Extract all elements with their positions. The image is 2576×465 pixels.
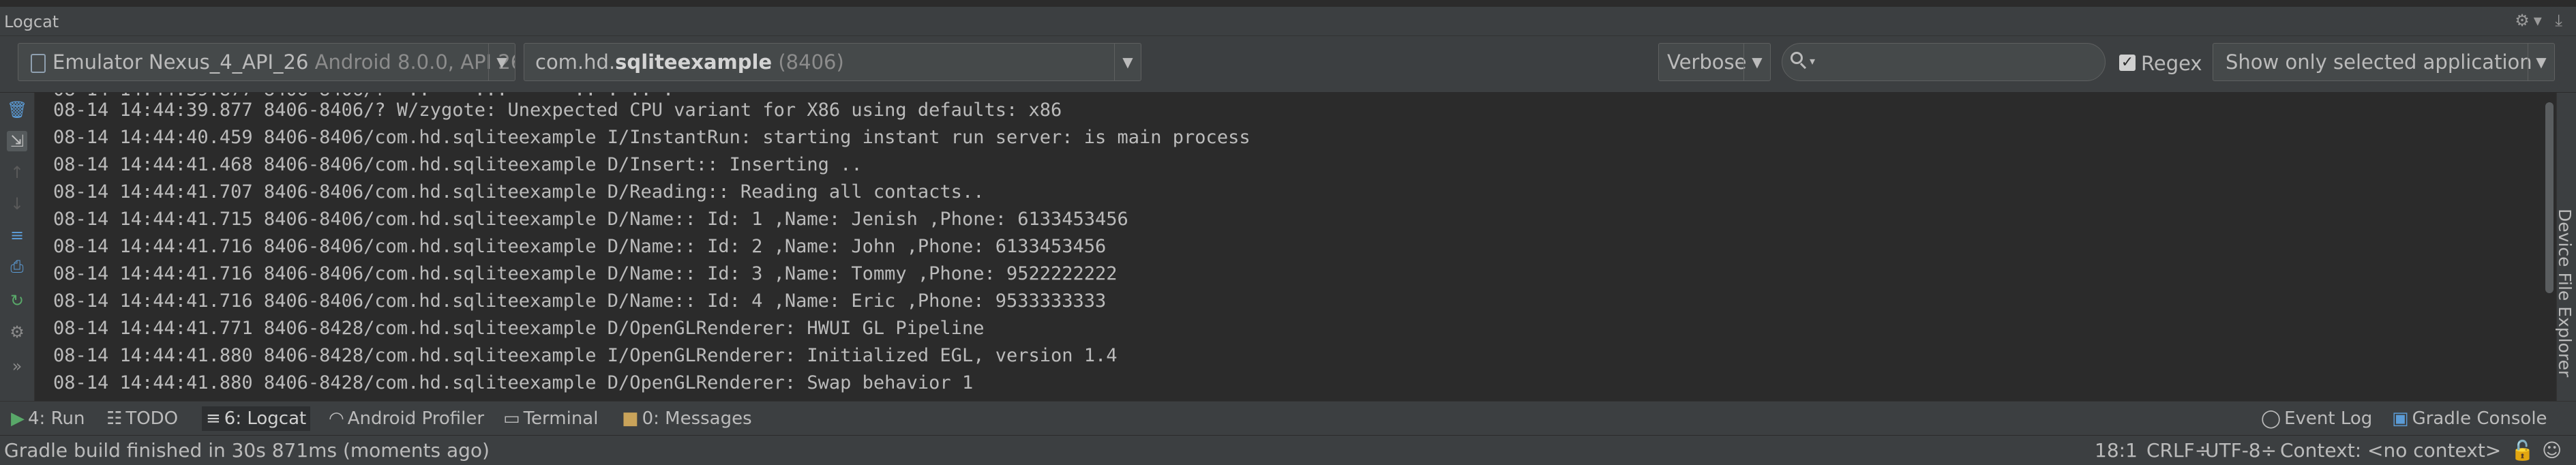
status-bar: Gradle build finished in 30s 871ms (mome… <box>0 435 2576 465</box>
tab-gradle-console-label: Gradle Console <box>2412 408 2547 429</box>
search-history-icon[interactable]: ▾ <box>1810 55 1815 68</box>
chevron-down-icon[interactable]: ▼ <box>488 44 515 80</box>
tool-window-title: Logcat <box>4 12 59 31</box>
gradle-console-icon: ▣ <box>2392 408 2409 429</box>
filter-value: Show only selected application <box>2226 50 2532 74</box>
device-file-explorer-tab[interactable]: Device File Explorer <box>2555 209 2576 379</box>
header-icons: ⚙▾ ⤓ <box>2515 11 2566 30</box>
settings-icon[interactable]: ⚙ <box>7 322 27 342</box>
play-icon: ▶ <box>11 408 25 429</box>
device-selector[interactable]: Emulator Nexus_4_API_26 Android 8.0.0, A… <box>18 43 515 81</box>
tab-terminal[interactable]: ▭ Terminal <box>499 406 602 431</box>
right-tool-rail: Device File Explorer <box>2555 93 2576 401</box>
process-pid: (8406) <box>778 50 844 74</box>
log-line: 08-14 14:44:41.716 8406-8406/com.hd.sqli… <box>53 236 1107 257</box>
tab-messages[interactable]: ■ 0: Messages <box>618 406 756 431</box>
hector-icon[interactable]: ☺ <box>2542 440 2562 462</box>
tab-gradle-console[interactable]: ▣ Gradle Console <box>2388 406 2551 431</box>
logcat-side-toolbar: 🗑 ⇲ ↑ ↓ ≡ ⎙ ↻ ⚙ » <box>0 93 35 401</box>
vertical-scrollbar[interactable] <box>2543 93 2556 401</box>
log-line: 08-14 14:44:41.716 8406-8406/com.hd.sqli… <box>53 263 1118 284</box>
tool-window-header: Logcat ⚙▾ ⤓ <box>0 7 2576 36</box>
messages-icon: ■ <box>622 408 639 429</box>
todo-icon: ☷ <box>106 408 123 429</box>
tab-todo[interactable]: ☷ TODO <box>102 406 182 431</box>
search-input[interactable]: ▾ <box>1782 43 2106 81</box>
device-detail: Android 8.0.0, API 26 <box>314 50 515 74</box>
terminal-icon: ▭ <box>503 408 520 429</box>
chevron-down-icon[interactable]: ▼ <box>2528 44 2554 80</box>
tab-event-log[interactable]: ◯ Event Log <box>2257 406 2376 431</box>
tab-event-log-label: Event Log <box>2284 408 2373 429</box>
print-icon[interactable]: ⎙ <box>7 256 27 277</box>
tab-run-label: 4: Run <box>28 408 85 429</box>
process-name: sqliteexample <box>615 50 773 74</box>
tab-logcat[interactable]: ≡ 6: Logcat <box>202 406 311 431</box>
log-line: 08-14 14:44:41.715 8406-8406/com.hd.sqli… <box>53 209 1128 230</box>
line-separator[interactable]: CRLF÷ <box>2146 440 2211 462</box>
tab-android-profiler[interactable]: ◠ Android Profiler <box>325 406 488 431</box>
settings-gear-icon[interactable]: ⚙▾ <box>2515 11 2546 30</box>
log-level-value: Verbose <box>1667 50 1747 74</box>
log-line: 08-14 14:44:41.468 8406-8406/com.hd.sqli… <box>53 154 863 175</box>
log-line: 08-14 14:44:40.459 8406-8406/com.hd.sqli… <box>53 127 1250 148</box>
process-prefix: com.hd. <box>535 50 616 74</box>
context-indicator: Context: <no context> <box>2280 439 2502 462</box>
tab-android-profiler-label: Android Profiler <box>347 408 485 429</box>
log-line: 08-14 14:44:41.880 8406-8428/com.hd.sqli… <box>53 372 974 393</box>
tab-terminal-label: Terminal <box>523 408 599 429</box>
log-line: 08-14 14:44:41.716 8406-8406/com.hd.sqli… <box>53 290 1107 312</box>
top-strip <box>0 0 2576 7</box>
tool-window-bar: ▶ 4: Run ☷ TODO ≡ 6: Logcat ◠ Android Profil… <box>0 401 2576 436</box>
regex-label: Regex <box>2141 52 2202 75</box>
down-arrow-icon[interactable]: ↓ <box>7 194 27 214</box>
tab-run[interactable]: ▶ 4: Run <box>7 406 89 431</box>
lock-icon[interactable]: 🔓 <box>2511 440 2534 462</box>
file-encoding[interactable]: UTF-8÷ <box>2205 440 2277 462</box>
chevron-down-icon[interactable]: ▼ <box>1114 44 1141 80</box>
event-log-icon: ◯ <box>2261 408 2281 429</box>
logcat-output[interactable]: 08-14 14:44:39.877 8406-8406/? .. ... ..… <box>35 93 2543 401</box>
log-line: 08-14 14:44:39.877 8406-8406/? W/zygote:… <box>53 100 1062 121</box>
chevron-down-icon[interactable]: ▼ <box>1743 44 1770 80</box>
device-name: Emulator Nexus_4_API_26 <box>53 50 309 74</box>
regex-checkbox[interactable]: ✓ Regex <box>2119 51 2202 76</box>
more-icon[interactable]: » <box>7 356 27 376</box>
tab-messages-label: 0: Messages <box>642 408 752 429</box>
log-line: 08-14 14:44:41.771 8406-8428/com.hd.sqli… <box>53 318 985 339</box>
checkmark-icon[interactable]: ✓ <box>2119 55 2136 71</box>
hide-icon[interactable]: ⤓ <box>2555 11 2566 30</box>
scroll-to-end-icon[interactable]: ⇲ <box>7 131 27 151</box>
filter-selector[interactable]: Show only selected application ▼ <box>2213 43 2555 81</box>
caret-position[interactable]: 18:1 <box>2095 440 2138 462</box>
tab-logcat-label: 6: Logcat <box>224 408 307 429</box>
logcat-toolbar: Emulator Nexus_4_API_26 Android 8.0.0, A… <box>0 36 2576 93</box>
search-icon[interactable] <box>1791 52 1803 64</box>
up-arrow-icon[interactable]: ↑ <box>7 162 27 183</box>
status-message[interactable]: Gradle build finished in 30s 871ms (mome… <box>4 440 490 462</box>
clear-logcat-icon[interactable]: 🗑 <box>7 100 27 120</box>
device-icon <box>31 54 46 73</box>
device-file-explorer-label: Device File Explorer <box>2555 209 2575 378</box>
log-level-selector[interactable]: Verbose ▼ <box>1658 43 1771 81</box>
restart-icon[interactable]: ↻ <box>7 290 27 311</box>
logcat-icon: ≡ <box>206 408 221 429</box>
process-selector[interactable]: com.hd.sqliteexample (8406) ▼ <box>524 43 1141 81</box>
scrollbar-thumb[interactable] <box>2545 102 2553 293</box>
log-line: 08-14 14:44:41.707 8406-8406/com.hd.sqli… <box>53 181 985 202</box>
log-line: 08-14 14:44:41.880 8406-8428/com.hd.sqli… <box>53 345 1118 366</box>
profiler-icon: ◠ <box>329 408 344 429</box>
tab-todo-label: TODO <box>125 408 179 429</box>
soft-wraps-icon[interactable]: ≡ <box>7 225 27 245</box>
